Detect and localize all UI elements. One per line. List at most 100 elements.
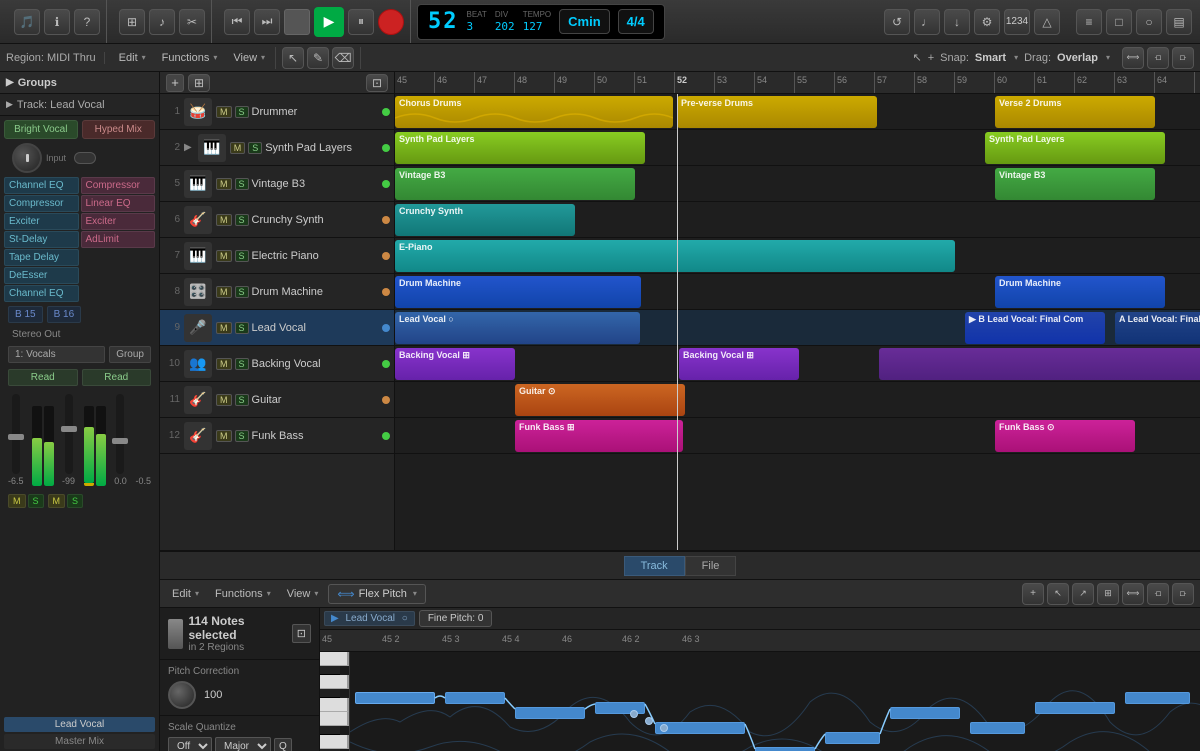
exciter-1[interactable]: Exciter bbox=[4, 213, 79, 230]
key-b2[interactable] bbox=[320, 712, 349, 726]
compressor-1[interactable]: Compressor bbox=[4, 195, 79, 212]
gtr-mute[interactable]: M bbox=[216, 394, 232, 406]
zoom-btn[interactable]: ⟤ bbox=[1147, 47, 1169, 69]
download-btn[interactable]: ↓ bbox=[944, 9, 970, 35]
bus-b15[interactable]: B 15 bbox=[8, 306, 43, 323]
stop-btn[interactable] bbox=[284, 9, 310, 35]
drag-value[interactable]: Overlap bbox=[1057, 52, 1098, 64]
scroll-btn[interactable]: ⟥ bbox=[1172, 47, 1194, 69]
synth-solo[interactable]: S bbox=[248, 142, 262, 154]
bv-solo[interactable]: S bbox=[235, 358, 249, 370]
key-bb2[interactable] bbox=[320, 726, 340, 735]
synth-mute[interactable]: M bbox=[230, 142, 246, 154]
guitar-clip1[interactable]: Guitar ⊙ bbox=[515, 384, 685, 416]
key-a2[interactable] bbox=[320, 735, 349, 749]
record-btn[interactable] bbox=[378, 9, 404, 35]
fp-scroll-v[interactable]: ⟥ bbox=[1172, 583, 1194, 605]
synthpad-clip2[interactable]: Synth Pad Layers bbox=[985, 132, 1165, 164]
scale-off-select[interactable]: Off bbox=[168, 737, 212, 751]
browser-btn[interactable]: □ bbox=[1106, 9, 1132, 35]
key-d3[interactable] bbox=[320, 675, 349, 689]
search-btn[interactable]: ○ bbox=[1136, 9, 1162, 35]
drummer-solo[interactable]: S bbox=[235, 106, 249, 118]
epiano-clip1[interactable]: E-Piano bbox=[395, 240, 955, 272]
track-row[interactable]: 7 🎹 M S Electric Piano bbox=[160, 238, 394, 274]
track-row[interactable]: 1 🥁 M S Drummer bbox=[160, 94, 394, 130]
settings-btn[interactable]: ⚙ bbox=[974, 9, 1000, 35]
fp-zoom[interactable]: ⊞ bbox=[1097, 583, 1119, 605]
dm-mute[interactable]: M bbox=[216, 286, 232, 298]
adlimit[interactable]: AdLimit bbox=[81, 231, 156, 248]
track-row[interactable]: 6 🎸 M S Crunchy Synth bbox=[160, 202, 394, 238]
b3-mute[interactable]: M bbox=[216, 178, 232, 190]
fp-view-menu[interactable]: View ▾ bbox=[281, 586, 325, 602]
track-row[interactable]: 11 🎸 M S Guitar bbox=[160, 382, 394, 418]
help-btn[interactable]: ? bbox=[74, 9, 100, 35]
tape-delay[interactable]: Tape Delay bbox=[4, 249, 79, 266]
automation-label[interactable]: 1: Vocals bbox=[8, 346, 105, 363]
monitor-toggle[interactable] bbox=[74, 152, 96, 164]
fp-functions-menu[interactable]: Functions ▾ bbox=[209, 586, 277, 602]
lv-clip3[interactable]: A Lead Vocal: Final Co bbox=[1115, 312, 1200, 344]
mute-btn-1[interactable]: M bbox=[8, 494, 26, 508]
bright-vocal-preset[interactable]: Bright Vocal bbox=[4, 120, 78, 139]
cursor-tool[interactable]: ↖ bbox=[282, 47, 304, 69]
drummer-mute[interactable]: M bbox=[216, 106, 232, 118]
channel-eq-1[interactable]: Channel EQ bbox=[4, 177, 79, 194]
bus-b16[interactable]: B 16 bbox=[47, 306, 82, 323]
resize-btn[interactable]: ⟺ bbox=[1122, 47, 1144, 69]
notes-options[interactable]: ⊡ bbox=[292, 624, 311, 643]
bass-clip2[interactable]: Funk Bass ⊙ bbox=[995, 420, 1135, 452]
piano-btn[interactable]: ♪ bbox=[149, 9, 175, 35]
lv-solo[interactable]: S bbox=[235, 322, 249, 334]
add-track-btn[interactable]: + bbox=[166, 74, 184, 92]
lv-mute[interactable]: M bbox=[216, 322, 232, 334]
dm-solo[interactable]: S bbox=[235, 286, 249, 298]
time-sig-display[interactable]: 4/4 bbox=[618, 9, 654, 34]
lead-vocal-bottom[interactable]: Lead Vocal bbox=[4, 717, 155, 732]
solo-btn-1[interactable]: S bbox=[28, 494, 44, 508]
pitch-handle[interactable] bbox=[630, 710, 638, 718]
gtr-solo[interactable]: S bbox=[235, 394, 249, 406]
lv-clip2[interactable]: ▶ B Lead Vocal: Final Com bbox=[965, 312, 1105, 344]
eraser-tool[interactable]: ⌫ bbox=[332, 47, 354, 69]
edit-menu[interactable]: Edit ▾ bbox=[113, 50, 152, 66]
cpu-btn[interactable]: △ bbox=[1034, 9, 1060, 35]
dm-clip1[interactable]: Drum Machine bbox=[395, 276, 641, 308]
key-e3[interactable] bbox=[320, 652, 349, 666]
track-view-btn[interactable]: ⊡ bbox=[366, 74, 388, 92]
hyped-mix-preset[interactable]: Hyped Mix bbox=[82, 120, 156, 139]
fp-edit-menu[interactable]: Edit ▾ bbox=[166, 586, 205, 602]
b3-clip1[interactable]: Vintage B3 bbox=[395, 168, 635, 200]
dm-clip2[interactable]: Drum Machine bbox=[995, 276, 1165, 308]
channel-eq-2[interactable]: Channel EQ bbox=[4, 285, 79, 302]
bass-mute[interactable]: M bbox=[216, 430, 232, 442]
pencil-tool[interactable]: ✎ bbox=[307, 47, 329, 69]
chorus-drums-clip[interactable]: Chorus Drums bbox=[395, 96, 673, 128]
epiano-mute[interactable]: M bbox=[216, 250, 232, 262]
track-row[interactable]: 12 🎸 M S Funk Bass bbox=[160, 418, 394, 454]
crunchy-clip1[interactable]: Crunchy Synth bbox=[395, 204, 575, 236]
fp-resize[interactable]: ⟺ bbox=[1122, 583, 1144, 605]
bv-clip1[interactable]: Backing Vocal ⊞ bbox=[395, 348, 515, 380]
secondary-fader[interactable] bbox=[65, 394, 73, 474]
file-tab[interactable]: File bbox=[685, 556, 737, 576]
key-display[interactable]: Cmin bbox=[559, 9, 610, 34]
pause-btn[interactable]: ⏸ bbox=[348, 9, 374, 35]
exciter-2[interactable]: Exciter bbox=[81, 213, 156, 230]
track-row[interactable]: 5 🎹 M S Vintage B3 bbox=[160, 166, 394, 202]
scale-major-select[interactable]: Major bbox=[215, 737, 271, 751]
mute-btn-2[interactable]: M bbox=[48, 494, 66, 508]
cycle-btn[interactable]: ↺ bbox=[884, 9, 910, 35]
metronome-btn[interactable]: ♩ bbox=[914, 9, 940, 35]
linear-eq[interactable]: Linear EQ bbox=[81, 195, 156, 212]
st-delay[interactable]: St-Delay bbox=[4, 231, 79, 248]
preverse-drums-clip[interactable]: Pre-verse Drums bbox=[677, 96, 877, 128]
main-fader[interactable] bbox=[12, 394, 20, 474]
rewind-btn[interactable]: ⏮ bbox=[224, 9, 250, 35]
verse2-drums-clip[interactable]: Verse 2 Drums bbox=[995, 96, 1155, 128]
track-tab[interactable]: Track bbox=[624, 556, 685, 576]
scissors-btn[interactable]: ✂ bbox=[179, 9, 205, 35]
mixer-btn[interactable]: ▤ bbox=[1166, 9, 1192, 35]
menu-btn[interactable]: ≡ bbox=[1076, 9, 1102, 35]
